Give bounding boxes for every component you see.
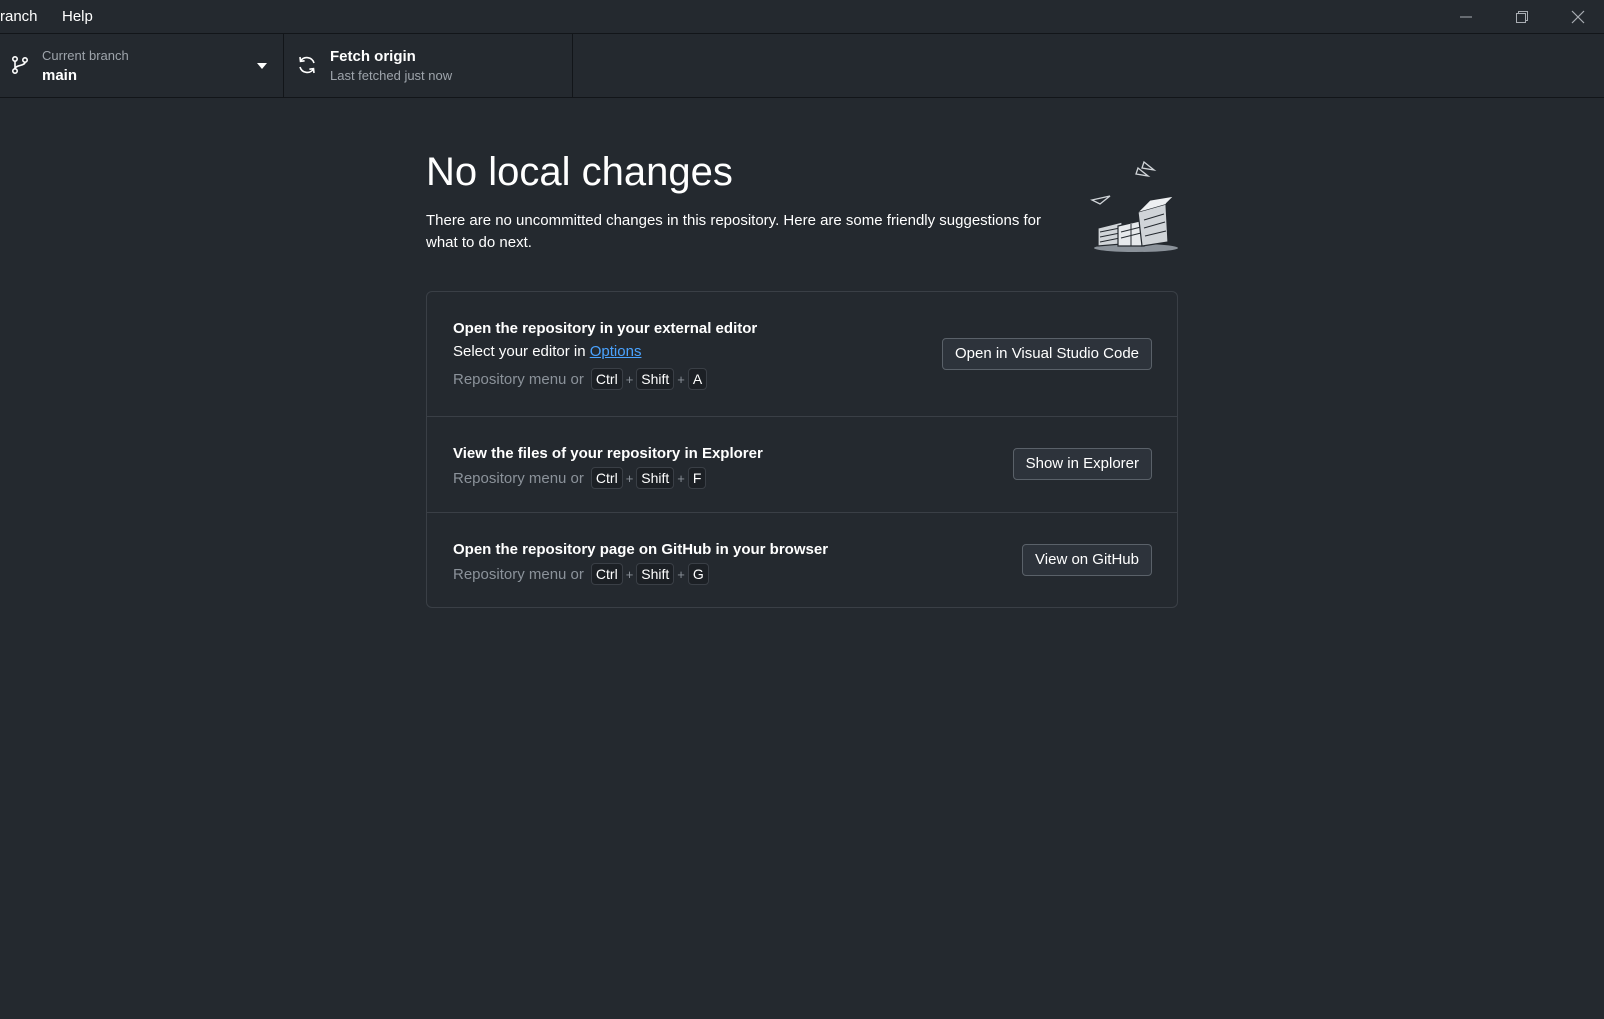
key-plus: + [625,566,634,582]
keyboard-shortcut: Repository menu or Ctrl + Shift + F [453,467,709,489]
minimize-button[interactable] [1438,0,1494,34]
page-title: No local changes [426,150,733,194]
key-plus: + [677,566,685,582]
suggestion-card-github: Open the repository page on GitHub in yo… [427,513,1177,607]
sync-icon [299,56,315,74]
key-plus: + [677,470,685,486]
card-title: Open the repository page on GitHub in yo… [453,541,829,558]
keyboard-shortcut: Repository menu or Ctrl + Shift + G [453,563,712,585]
git-branch-icon [11,55,29,75]
close-icon [1571,10,1585,24]
card-description-text: Select your editor in [453,343,590,360]
fetch-status: Last fetched just now [330,68,453,83]
key-ctrl: Ctrl [590,563,623,585]
current-branch-value: main [42,67,78,84]
card-title: View the files of your repository in Exp… [453,445,763,462]
key-ctrl: Ctrl [590,467,623,489]
key-shift: Shift [636,467,675,489]
restore-button[interactable] [1494,0,1550,34]
suggestion-card-explorer: View the files of your repository in Exp… [427,417,1177,513]
key-shift: Shift [636,563,675,585]
toolbar: Current branch main Fetch origin Last fe… [0,34,1604,98]
key-plus: + [625,371,634,387]
restore-icon [1516,11,1528,23]
open-in-vscode-button[interactable]: Open in Visual Studio Code [941,338,1152,370]
shortcut-prefix: Repository menu or [453,370,584,388]
view-on-github-button[interactable]: View on GitHub [1022,544,1152,576]
menu-item-branch[interactable]: ranch [0,8,38,25]
suggestion-card-external-editor: Open the repository in your external edi… [427,292,1177,417]
fetch-origin-label: Fetch origin [330,48,416,65]
key-a: A [687,368,708,390]
current-branch-button[interactable]: Current branch main [0,34,284,98]
key-plus: + [677,371,685,387]
show-in-explorer-button[interactable]: Show in Explorer [1012,448,1152,480]
key-f: F [687,467,707,489]
card-description: Select your editor in Options [453,343,641,360]
chevron-down-icon [257,63,267,69]
current-branch-label: Current branch [42,48,129,63]
title-bar: ranch Help [0,0,1604,34]
suggestions-list: Open the repository in your external edi… [426,291,1178,608]
key-g: G [687,563,709,585]
fetch-origin-button[interactable]: Fetch origin Last fetched just now [284,34,573,98]
card-title: Open the repository in your external edi… [453,320,758,337]
key-shift: Shift [636,368,675,390]
empty-state-illustration [1090,160,1178,252]
key-ctrl: Ctrl [590,368,623,390]
shortcut-prefix: Repository menu or [453,469,584,487]
minimize-icon [1460,16,1472,18]
keyboard-shortcut: Repository menu or Ctrl + Shift + A [453,368,710,390]
shortcut-prefix: Repository menu or [453,565,584,583]
menu-item-help[interactable]: Help [62,8,93,25]
close-button[interactable] [1550,0,1604,34]
key-plus: + [625,470,634,486]
options-link[interactable]: Options [590,343,642,360]
page-subtitle: There are no uncommitted changes in this… [426,212,1042,251]
